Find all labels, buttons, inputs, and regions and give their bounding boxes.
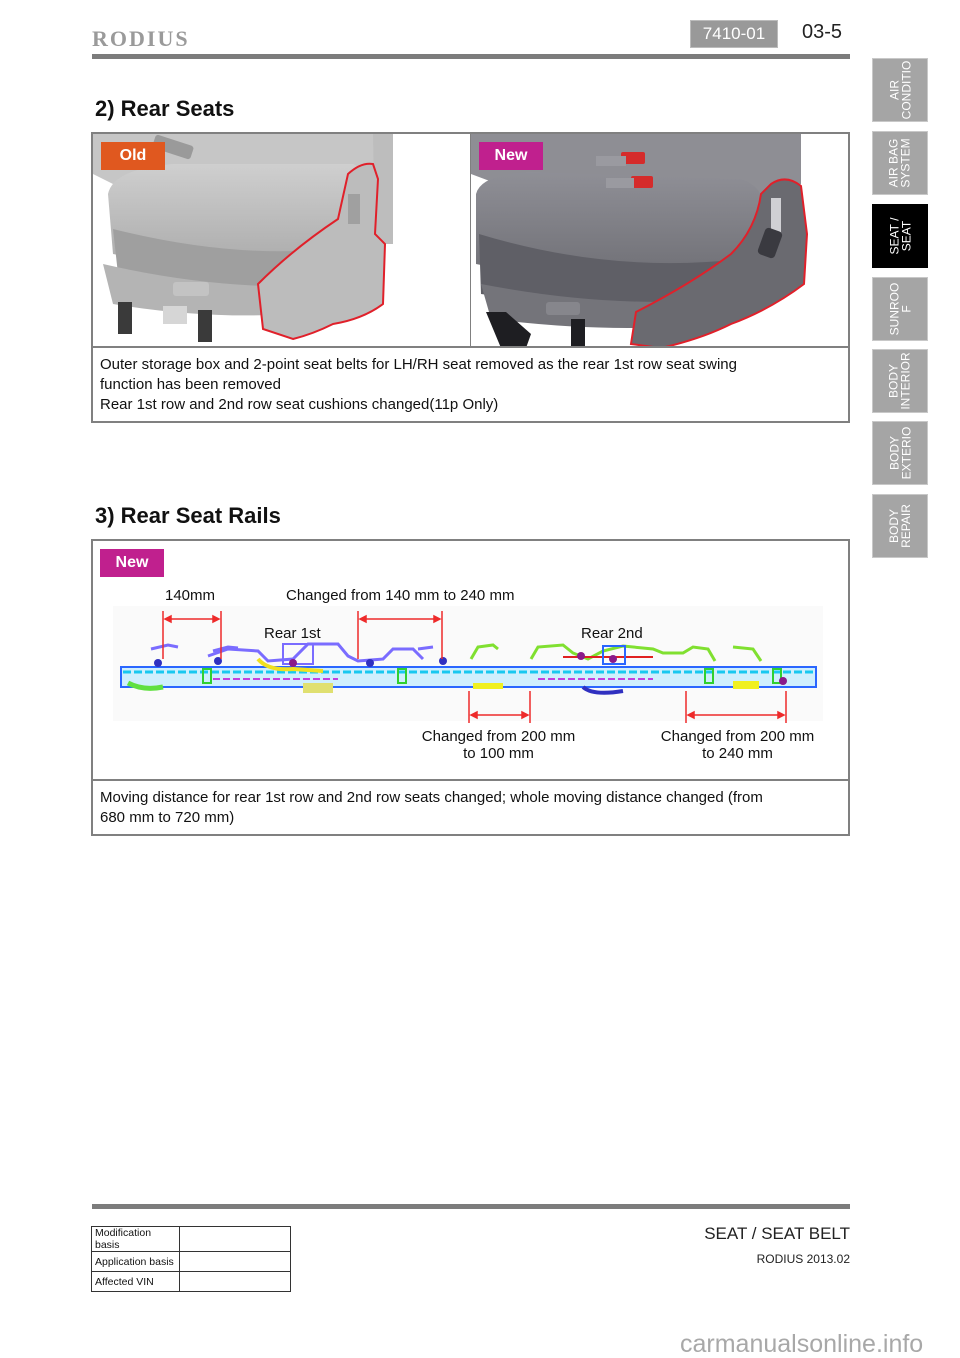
- rear-seat-rails-table: New 140mm Changed from 140 mm to 240 mm …: [91, 539, 850, 836]
- brand-logo: RODIUS: [92, 26, 190, 51]
- mod-value: [179, 1251, 291, 1272]
- mod-row: Affected VIN: [91, 1271, 291, 1292]
- mod-label: Application basis: [91, 1251, 180, 1272]
- rear-seat-rails-note: Moving distance for rear 1st row and 2nd…: [100, 789, 763, 826]
- side-tab-air-bag-system[interactable]: AIR BAG SYSTEM: [872, 131, 928, 195]
- rear-seats-table: Old New Outer storage box and 2-point se…: [91, 132, 850, 423]
- label-140mm: 140mm: [165, 587, 216, 604]
- section-code-badge: 7410-01: [690, 20, 778, 48]
- rail-diagram: New 140mm Changed from 140 mm to 240 mm …: [93, 541, 848, 781]
- footer-model-date: RODIUS 2013.02: [756, 1252, 850, 1266]
- old-tag: Old: [101, 142, 165, 170]
- mod-label: Affected VIN: [91, 1271, 180, 1292]
- label-rear-1st: Rear 1st: [264, 625, 321, 642]
- section-title-rear-seats: 2) Rear Seats: [95, 96, 235, 121]
- rear-seats-note: Outer storage box and 2-point seat belts…: [100, 356, 737, 413]
- old-seat-photo: Old: [93, 134, 470, 346]
- side-tab-sunroof[interactable]: SUNROO F: [872, 277, 928, 341]
- section-title-rear-seat-rails: 3) Rear Seat Rails: [95, 503, 281, 528]
- footer-divider: [92, 1204, 850, 1209]
- label-rear-2nd: Rear 2nd: [581, 625, 643, 642]
- new-seat-photo: New: [470, 134, 848, 346]
- header-divider: [92, 54, 850, 59]
- side-tab-seat-seat-belt[interactable]: SEAT / SEAT: [872, 204, 928, 268]
- label-changed-200-to-100: Changed from 200 mm to 100 mm: [421, 728, 576, 762]
- side-tab-body-repair[interactable]: BODY REPAIR: [872, 494, 928, 558]
- mod-row: Application basis: [91, 1251, 291, 1272]
- modification-table: Modification basis Application basis Aff…: [91, 1226, 291, 1292]
- label-changed-200-to-240: Changed from 200 mm to 240 mm: [660, 728, 815, 762]
- label-changed-140-to-240: Changed from 140 mm to 240 mm: [286, 587, 515, 604]
- footer-section-title: SEAT / SEAT BELT: [704, 1224, 850, 1243]
- mod-value: [179, 1226, 291, 1252]
- mod-value: [179, 1271, 291, 1292]
- watermark: carmanualsonline.info: [680, 1330, 924, 1358]
- page-number: 03-5: [802, 21, 843, 43]
- side-tab-air-conditioning[interactable]: AIR CONDITIO: [872, 58, 928, 122]
- mod-label: Modification basis: [91, 1226, 180, 1252]
- mod-row: Modification basis: [91, 1226, 291, 1252]
- side-tab-body-exterior[interactable]: BODY EXTERIO: [872, 421, 928, 485]
- side-tab-body-interior[interactable]: BODY INTERIOR: [872, 349, 928, 413]
- new-tag: New: [479, 142, 543, 170]
